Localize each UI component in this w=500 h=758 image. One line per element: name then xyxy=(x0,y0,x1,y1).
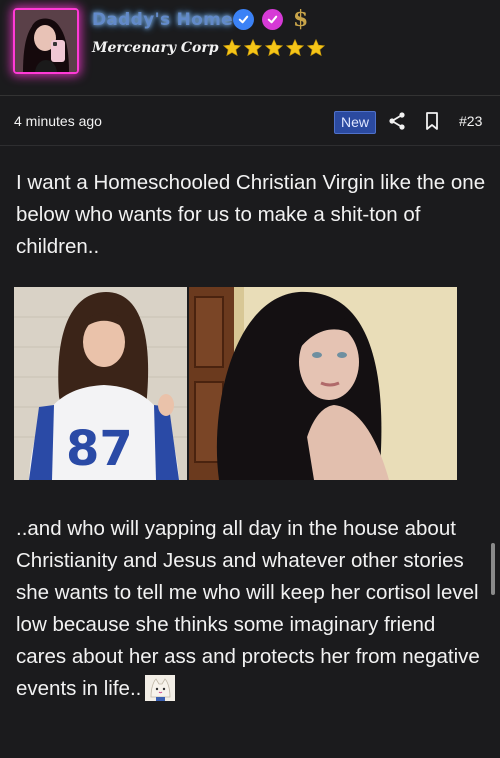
star-icon xyxy=(222,38,242,57)
star-icon xyxy=(264,38,284,57)
divider xyxy=(0,145,500,146)
bookmark-icon[interactable] xyxy=(423,111,441,131)
dollar-icon: $ xyxy=(293,6,309,32)
star-icon xyxy=(285,38,305,57)
scrollbar[interactable] xyxy=(491,543,495,595)
post-paragraph-2-text: ..and who will yapping all day in the ho… xyxy=(16,517,480,700)
verified-blue-icon xyxy=(233,9,254,30)
star-rating xyxy=(222,38,326,58)
post-paragraph-1: I want a Homeschooled Christian Virgin l… xyxy=(16,171,486,258)
cat-emoji-icon xyxy=(145,675,176,701)
avatar[interactable] xyxy=(13,8,79,74)
share-icon[interactable] xyxy=(387,111,407,131)
post-image-1[interactable]: 87 xyxy=(14,287,187,480)
star-icon xyxy=(243,38,263,57)
post-paragraph-2: ..and who will yapping all day in the ho… xyxy=(16,513,486,705)
star-icon xyxy=(306,38,326,57)
username[interactable]: Daddy's Home xyxy=(92,10,233,30)
user-rank: Mercenary Corp xyxy=(92,40,219,56)
post-image-2[interactable] xyxy=(189,287,457,480)
post-header: Daddy's Home $ Mercenary Corp xyxy=(0,0,500,96)
new-badge: New xyxy=(334,111,377,134)
forum-post: Daddy's Home $ Mercenary Corp 4 minutes … xyxy=(0,0,500,758)
user-badges: $ xyxy=(233,6,309,32)
post-number-link[interactable]: #23 xyxy=(459,113,482,129)
post-timestamp: 4 minutes ago xyxy=(14,113,102,129)
verified-pink-icon xyxy=(262,9,283,30)
jersey-number: 87 xyxy=(66,421,133,477)
